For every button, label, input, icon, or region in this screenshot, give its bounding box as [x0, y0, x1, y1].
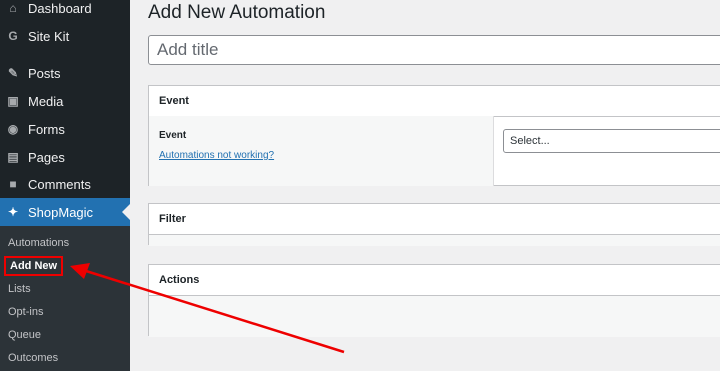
menu-item-forms[interactable]: ◉ Forms: [0, 115, 130, 143]
magic-wand-icon: ✦: [7, 205, 19, 219]
menu-item-label: ShopMagic: [28, 204, 94, 220]
menu-item-label: Forms: [28, 121, 65, 137]
menu-item-label: Site Kit: [28, 28, 70, 44]
menu-item-pages[interactable]: ▤ Pages: [0, 143, 130, 171]
menu-item-comments[interactable]: ■ Comments: [0, 170, 130, 198]
submenu-item-automations[interactable]: Automations: [8, 237, 69, 249]
event-metabox-heading: Event: [149, 86, 720, 117]
menu-item-site-kit[interactable]: G Site Kit: [0, 22, 130, 50]
submenu-item-lists[interactable]: Lists: [8, 283, 31, 295]
menu-item-media[interactable]: ▣ Media: [0, 87, 130, 115]
event-metabox: Event Event Automations not working? Sel…: [148, 85, 720, 186]
event-field-label: Event: [159, 130, 187, 141]
filter-metabox: Filter: [148, 203, 720, 246]
submenu-item-opt-ins[interactable]: Opt-ins: [8, 306, 43, 318]
menu-item-shopmagic[interactable]: ✦ ShopMagic: [0, 198, 130, 226]
actions-metabox: Actions: [148, 264, 720, 337]
media-icon: ▣: [7, 94, 19, 108]
menu-item-label: Posts: [28, 65, 61, 81]
event-select[interactable]: Select...: [503, 129, 720, 153]
event-field-row: Event Automations not working?: [149, 116, 494, 186]
submenu-item-queue[interactable]: Queue: [8, 329, 41, 341]
menu-item-posts[interactable]: ✎ Posts: [0, 59, 130, 87]
automations-not-working-link[interactable]: Automations not working?: [159, 150, 274, 161]
comment-bubble-icon: ■: [9, 177, 17, 191]
page-title: Add New Automation: [148, 2, 326, 23]
automation-title-input[interactable]: [148, 35, 720, 65]
menu-item-label: Dashboard: [28, 0, 92, 16]
menu-item-label: Comments: [28, 176, 91, 192]
menu-item-dashboard[interactable]: ⌂ Dashboard: [0, 0, 130, 22]
actions-metabox-body: [149, 296, 720, 337]
submenu-item-add-new[interactable]: Add New: [4, 256, 64, 276]
actions-metabox-heading: Actions: [149, 265, 720, 296]
google-g-icon: G: [8, 29, 18, 43]
pages-icon: ▤: [7, 150, 19, 164]
submenu-item-outcomes[interactable]: Outcomes: [8, 352, 58, 364]
admin-sidebar: ⌂ Dashboard G Site Kit ✎ Posts ▣ Media ◉…: [0, 0, 130, 371]
filter-metabox-heading: Filter: [149, 204, 720, 235]
forms-icon: ◉: [7, 122, 19, 136]
menu-item-label: Media: [28, 93, 64, 109]
shopmagic-submenu: Automations Add New Lists Opt-ins Queue …: [0, 226, 130, 371]
filter-metabox-body: [149, 235, 720, 246]
main-content: Add New Automation Event Event Automatio…: [130, 0, 720, 371]
menu-item-label: Pages: [28, 149, 65, 165]
pushpin-icon: ✎: [7, 66, 19, 80]
dashboard-icon: ⌂: [9, 1, 17, 15]
